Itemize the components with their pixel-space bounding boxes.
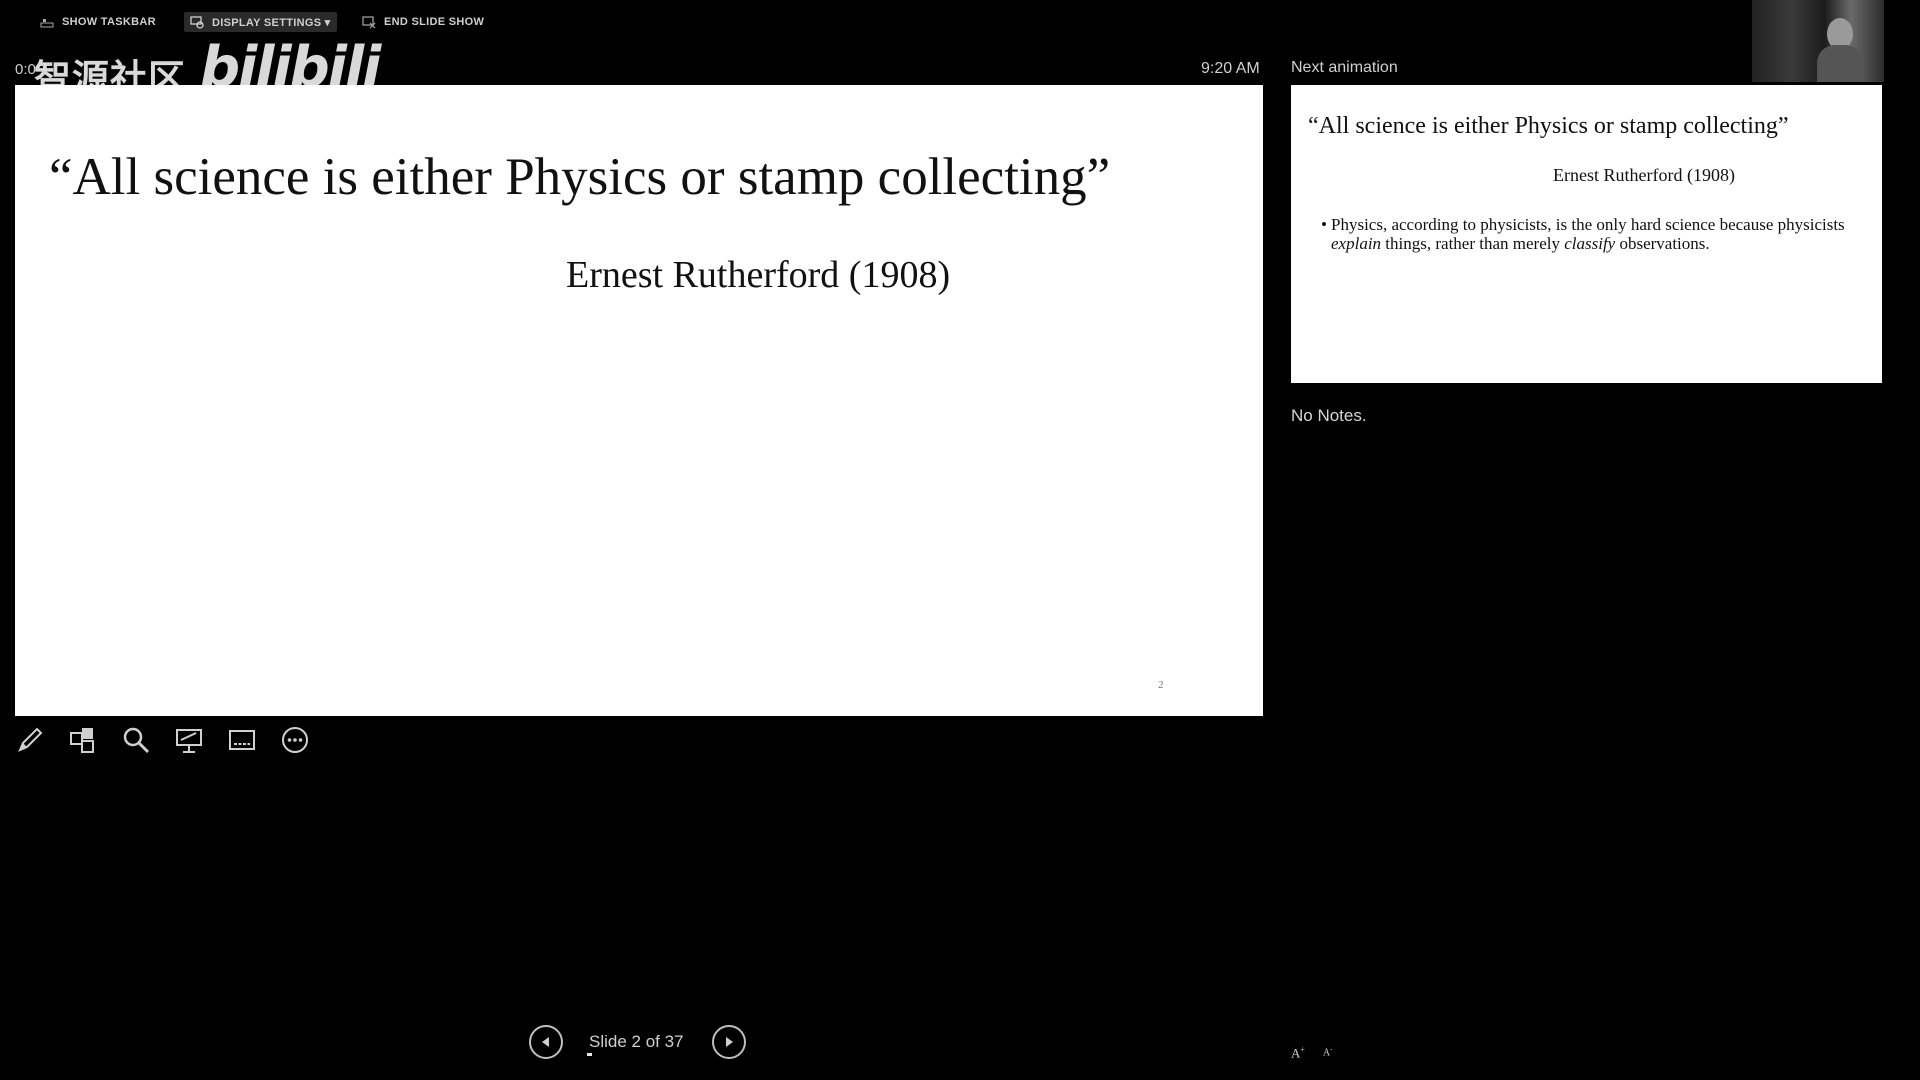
notes-font-controls: A+ A- [1291,1045,1332,1061]
clock: 9:20 AM [1201,60,1260,77]
show-taskbar-label: SHOW TASKBAR [62,16,156,28]
more-icon [281,726,308,753]
display-settings-button[interactable]: DISPLAY SETTINGS ▾ [184,12,337,32]
black-screen-button[interactable] [173,724,204,755]
bullet-dot: • [1321,215,1327,234]
chevron-right-icon [725,1037,733,1047]
decrease-font-button[interactable]: A- [1323,1045,1333,1061]
more-options-button[interactable] [279,724,310,755]
bullet-text-1: Physics, according to physicists, is the… [1331,215,1845,234]
slide-navigation: Slide 2 of 37 [529,1024,746,1060]
previous-slide-button[interactable] [529,1025,563,1059]
next-animation-label: Next animation [1291,59,1398,76]
next-slide-button[interactable] [711,1025,746,1059]
speaker-webcam [1752,0,1884,82]
zoom-button[interactable] [120,724,151,755]
show-taskbar-button[interactable]: SHOW TASKBAR [40,12,156,32]
bullet-text-3: observations. [1615,234,1710,253]
pen-icon [17,727,42,752]
presenter-tools [14,724,310,755]
bullet-emphasis-explain: explain [1331,234,1382,253]
preview-quote: “All science is either Physics or stamp … [1308,113,1789,139]
increase-font-glyph: A [1291,1045,1301,1061]
pointer-screen-icon [175,728,202,753]
bullet-emphasis-classify: classify [1564,234,1616,253]
next-slide-preview[interactable]: “All science is either Physics or stamp … [1291,85,1882,383]
slide-counter[interactable]: Slide 2 of 37 [589,1032,684,1052]
elapsed-timer[interactable]: 0:0 [15,61,36,78]
preview-author: Ernest Rutherford (1908) [1553,165,1735,185]
pen-tool-button[interactable] [14,724,45,755]
preview-bullet: • Physics, according to physicists, is th… [1321,215,1866,253]
speaker-notes[interactable]: No Notes. [1291,406,1367,426]
taskbar-icon [40,19,54,28]
slides-grid-icon [69,727,94,753]
display-settings-icon [190,16,204,29]
current-slide[interactable]: “All science is either Physics or stamp … [15,85,1263,716]
speaker-body [1817,45,1863,82]
slide-page-number: 2 [1158,679,1164,691]
end-show-icon [362,16,376,29]
see-all-slides-button[interactable] [67,724,98,755]
subtitles-button[interactable] [226,724,257,755]
slide-quote: “All science is either Physics or stamp … [49,148,1111,206]
slide-progress-indicator [587,1053,592,1056]
zoom-icon [123,727,149,753]
end-slide-show-button[interactable]: END SLIDE SHOW [362,12,484,32]
display-settings-label: DISPLAY SETTINGS ▾ [212,16,331,29]
subtitles-icon [228,729,255,750]
increase-font-button[interactable]: A+ [1291,1045,1305,1061]
end-slide-show-label: END SLIDE SHOW [384,16,485,28]
chevron-left-icon [542,1037,549,1047]
bullet-text-2: things, rather than merely [1381,234,1565,253]
slide-author: Ernest Rutherford (1908) [566,254,951,296]
